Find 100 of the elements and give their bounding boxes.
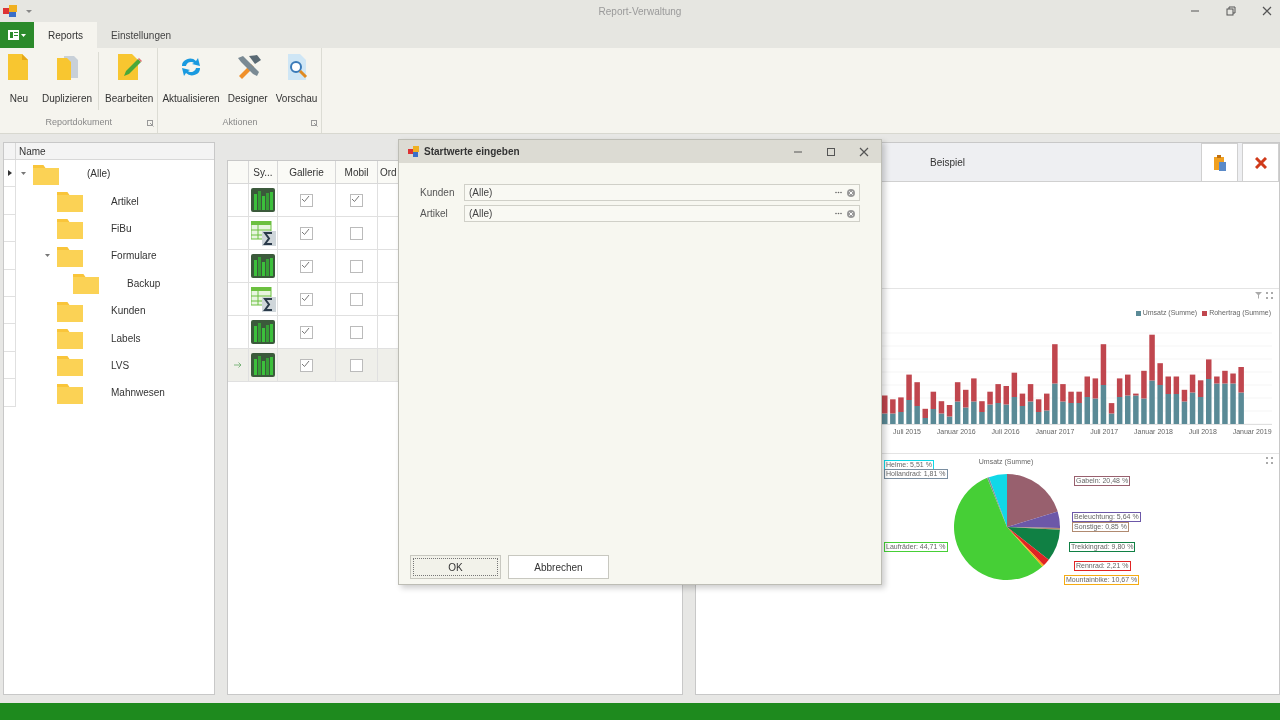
checkbox[interactable] — [350, 358, 363, 372]
app-icon — [3, 5, 17, 17]
ribbon-button[interactable]: Vorschau — [271, 52, 322, 106]
ellipsis-icon[interactable] — [835, 191, 842, 194]
tree-item[interactable]: Formulare — [111, 248, 157, 264]
stacked-bar — [1157, 363, 1163, 424]
checkbox[interactable] — [350, 226, 363, 240]
field-label: Artikel — [420, 207, 449, 221]
stacked-bar — [1206, 359, 1212, 424]
ribbon-button[interactable]: Duplizieren — [38, 52, 97, 106]
dialog-button[interactable]: OK — [410, 555, 501, 579]
stacked-bar — [906, 374, 912, 424]
check-icon — [301, 359, 310, 368]
dialog-title: Startwerte eingeben — [424, 145, 520, 159]
stacked-bar — [979, 401, 985, 424]
ribbon-group-label: Aktionen — [222, 116, 258, 130]
column-header[interactable]: Mobil — [336, 161, 378, 183]
stacked-bar — [882, 395, 888, 424]
clear-icon[interactable] — [847, 188, 855, 197]
checkbox[interactable] — [350, 193, 363, 207]
stacked-bar — [898, 397, 904, 424]
stacked-bar — [922, 408, 928, 424]
stacked-bar — [1125, 374, 1131, 424]
ribbon-tab[interactable]: Einstellungen — [97, 22, 186, 48]
tree-item[interactable]: Backup — [127, 275, 161, 291]
dialog-button[interactable]: Abbrechen — [508, 555, 609, 579]
ribbon-button[interactable]: Bearbeiten — [101, 52, 158, 106]
input-field[interactable]: (Alle) — [464, 205, 860, 222]
checkbox[interactable] — [300, 358, 313, 372]
ribbon-button[interactable]: Aktualisieren — [158, 52, 224, 106]
maximize-icon[interactable] — [826, 146, 836, 157]
tree-item[interactable]: Mahnwesen — [111, 385, 165, 401]
checkbox[interactable] — [300, 259, 313, 273]
checkbox[interactable] — [350, 259, 363, 273]
stacked-bar — [1003, 386, 1009, 424]
current-row-arrow-icon — [234, 362, 242, 368]
bar-chart-icon — [251, 254, 275, 278]
dropdown-arrow-icon[interactable] — [25, 8, 33, 14]
layout-icon — [8, 30, 26, 40]
row-selector[interactable] — [4, 160, 16, 188]
close-icon[interactable] — [1262, 6, 1272, 16]
checkbox[interactable] — [300, 193, 313, 207]
field-label: Kunden — [420, 186, 456, 200]
column-header[interactable]: Sy... — [249, 161, 278, 183]
stacked-bar — [1141, 370, 1147, 424]
tree-item[interactable]: FiBu — [111, 220, 132, 236]
dialog-launcher-icon[interactable] — [147, 120, 155, 127]
check-icon — [301, 194, 310, 203]
folder-icon — [57, 354, 83, 377]
stacked-bar — [987, 391, 993, 424]
stacked-bar — [1060, 384, 1066, 424]
bar-chart-icon — [251, 353, 275, 377]
tree-item[interactable]: (Alle) — [87, 166, 111, 182]
ribbon-button[interactable]: Designer — [223, 52, 272, 106]
checkbox[interactable] — [350, 325, 363, 339]
checkbox[interactable] — [300, 292, 313, 306]
stacked-bar — [914, 382, 920, 424]
expanded-arrow-icon[interactable] — [20, 171, 27, 177]
dialog-launcher-icon[interactable] — [311, 120, 319, 127]
clipboard-button[interactable] — [1201, 143, 1238, 182]
maximize-icon[interactable] — [1266, 292, 1273, 299]
checkbox[interactable] — [300, 226, 313, 240]
stacked-bar — [1214, 376, 1220, 424]
restore-icon[interactable] — [1226, 6, 1236, 16]
preview-title: Beispiel — [930, 155, 966, 170]
check-icon — [351, 194, 360, 203]
clipboard-icon — [1213, 154, 1226, 171]
stacked-bar — [890, 399, 896, 424]
expanded-arrow-icon[interactable] — [44, 253, 51, 259]
stacked-bar — [1068, 391, 1074, 424]
stacked-bar — [995, 384, 1001, 424]
sum-table-icon — [250, 220, 276, 246]
stacked-bar — [1165, 376, 1171, 424]
checkbox[interactable] — [350, 292, 363, 306]
tree-item[interactable]: Artikel — [111, 193, 139, 209]
folder-icon — [73, 272, 99, 295]
tree-item[interactable]: Labels — [111, 330, 141, 346]
input-field[interactable]: (Alle) — [464, 184, 860, 201]
maximize-icon[interactable] — [1266, 457, 1273, 464]
ribbon-button[interactable]: Neu — [0, 52, 38, 106]
close-icon[interactable] — [859, 146, 869, 157]
ellipsis-icon[interactable] — [835, 212, 842, 215]
app-icon — [408, 146, 419, 157]
stacked-bar — [1084, 376, 1090, 424]
stacked-bar — [1230, 373, 1236, 424]
window-title: Report-Verwaltung — [598, 4, 682, 19]
stacked-bar — [971, 378, 977, 424]
close-icon — [1254, 156, 1267, 169]
tree-item[interactable]: LVS — [111, 357, 130, 373]
stacked-bar — [1044, 393, 1050, 424]
ribbon-tab[interactable]: Reports — [34, 22, 97, 48]
checkbox[interactable] — [300, 325, 313, 339]
current-row-indicator-icon — [7, 170, 12, 177]
stacked-bar — [1222, 370, 1228, 424]
column-header[interactable]: Gallerie — [278, 161, 336, 183]
filter-icon[interactable] — [1255, 292, 1262, 299]
file-menu-button[interactable] — [0, 22, 34, 48]
clear-icon[interactable] — [847, 209, 855, 218]
close-button[interactable] — [1242, 143, 1279, 182]
tree-item[interactable]: Kunden — [111, 303, 146, 319]
